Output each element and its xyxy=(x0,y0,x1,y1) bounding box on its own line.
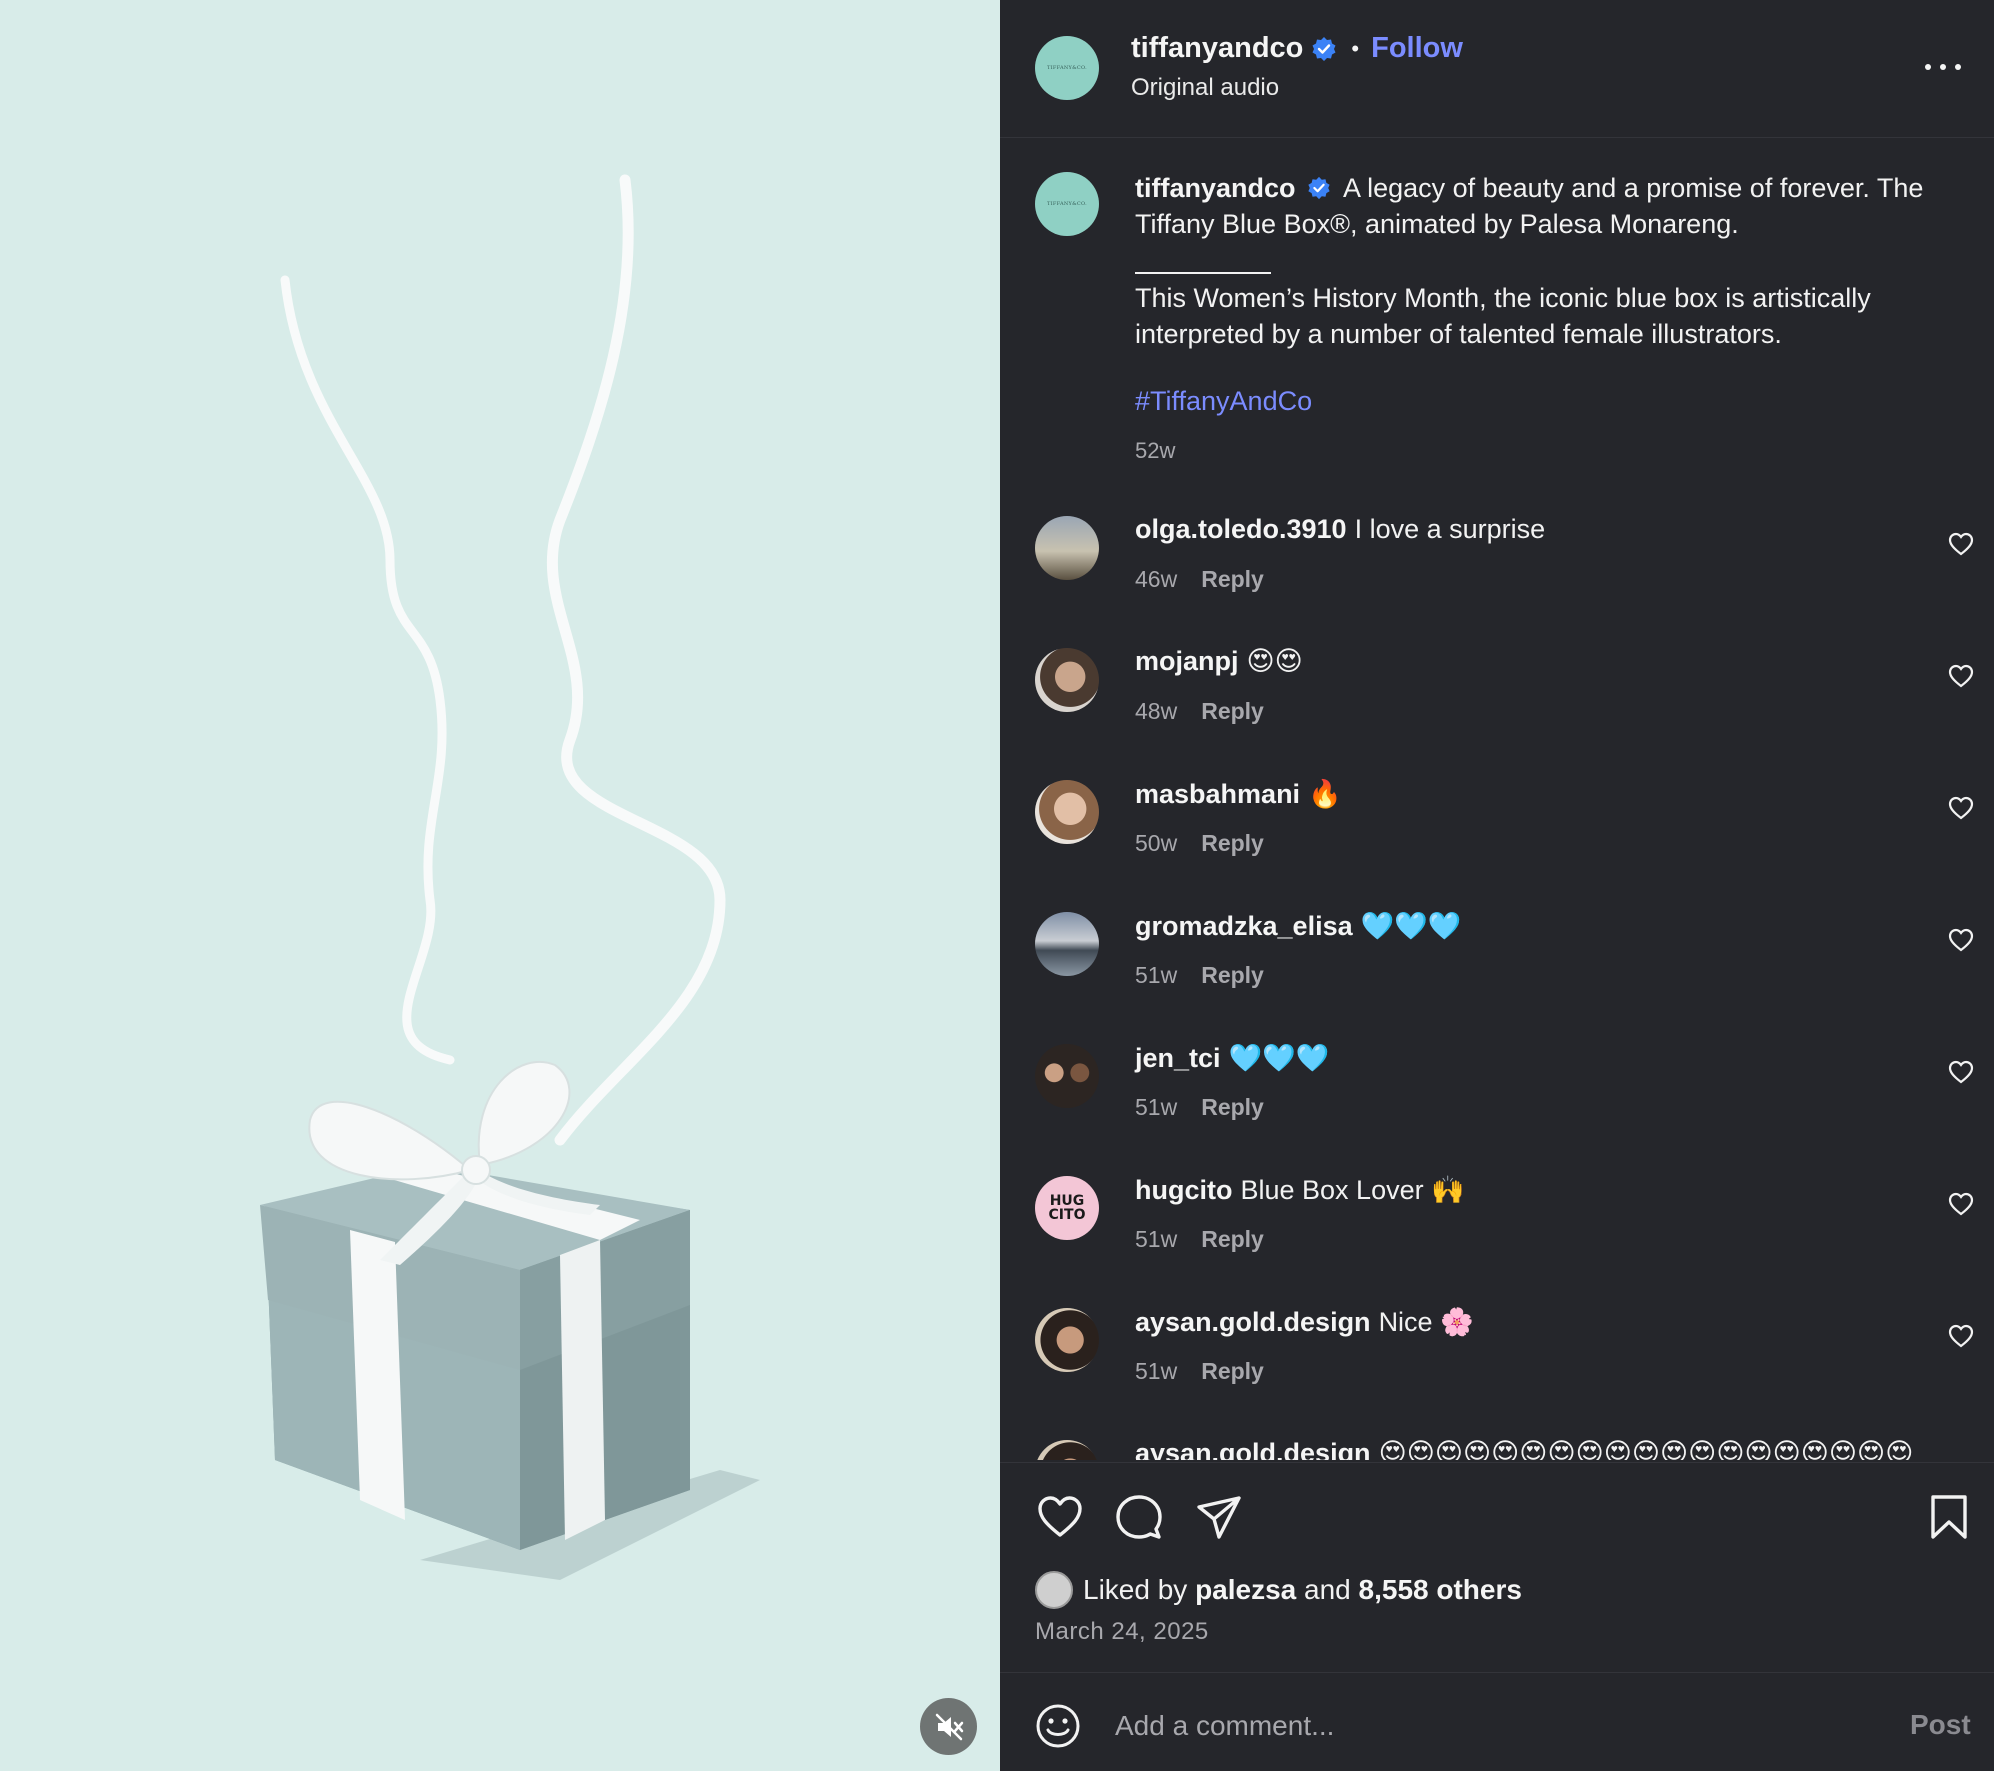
comment-username[interactable]: aysan.gold.design xyxy=(1135,1438,1371,1460)
heart-icon[interactable] xyxy=(1948,664,1974,688)
avatar[interactable]: TIFFANY&CO. xyxy=(1035,172,1099,236)
avatar[interactable]: HUG CITO xyxy=(1035,1176,1099,1240)
comment-input[interactable] xyxy=(1115,1703,1875,1749)
heart-icon[interactable] xyxy=(1948,1324,1974,1348)
comment-text: Nice 🌸 xyxy=(1378,1307,1474,1337)
verified-badge-icon xyxy=(1312,36,1336,61)
post-username[interactable]: tiffanyandco xyxy=(1131,32,1303,65)
avatar-label: TIFFANY&CO. xyxy=(1046,201,1088,207)
reply-button[interactable]: Reply xyxy=(1201,1358,1264,1384)
post-actions: Liked by palezsa and 8,558 others March … xyxy=(1000,1462,1994,1662)
comment-time: 46w xyxy=(1135,566,1178,592)
comment-time: 50w xyxy=(1135,830,1178,856)
comment-username[interactable]: gromadzka_elisa xyxy=(1135,911,1353,941)
reply-button[interactable]: Reply xyxy=(1201,1226,1264,1252)
heart-icon[interactable] xyxy=(1948,796,1974,820)
post-header: TIFFANY&CO. tiffanyandco • Follow Origin… xyxy=(1000,0,1994,138)
comment-text: 😍😍 xyxy=(1246,646,1303,677)
comment-username[interactable]: aysan.gold.design xyxy=(1135,1307,1371,1337)
list-item: mojanpj 😍😍 48w Reply xyxy=(1000,642,1994,774)
list-item: jen_tci 🩵🩵🩵 51w Reply xyxy=(1000,1038,1994,1170)
heart-icon[interactable] xyxy=(1948,928,1974,952)
comment-text: 🩵🩵🩵 xyxy=(1228,1043,1330,1074)
list-item: aysan.gold.design 😍😍😍😍😍😍😍😍😍😍😍😍😍😍😍😍😍😍😍 xyxy=(1000,1434,1994,1460)
reply-button[interactable]: Reply xyxy=(1201,1094,1264,1120)
list-item: olga.toledo.3910 I love a surprise 46w Rep… xyxy=(1000,510,1994,642)
comment-username[interactable]: olga.toledo.3910 xyxy=(1135,514,1347,544)
comment-time: 51w xyxy=(1135,962,1178,988)
liked-by-user[interactable]: palezsa xyxy=(1195,1574,1296,1606)
avatar[interactable] xyxy=(1035,648,1099,712)
comment-username[interactable]: hugcito xyxy=(1135,1175,1232,1205)
post-date: March 24, 2025 xyxy=(1035,1618,1209,1645)
separator-dot: • xyxy=(1351,35,1360,61)
comment-time: 48w xyxy=(1135,698,1178,724)
comment-text: I love a surprise xyxy=(1354,514,1546,544)
bookmark-icon[interactable] xyxy=(1925,1493,1973,1541)
caption-text: tiffanyandco A legacy of beauty and a pr… xyxy=(1135,170,1955,242)
post-media[interactable] xyxy=(0,0,1000,1771)
comment-text: 🔥 xyxy=(1308,779,1342,810)
avatar[interactable] xyxy=(1035,1044,1099,1108)
follow-button[interactable]: Follow xyxy=(1371,32,1463,65)
post-button[interactable]: Post xyxy=(1910,1709,1971,1741)
comments-list[interactable]: olga.toledo.3910 I love a surprise 46w Rep… xyxy=(1000,510,1994,1460)
avatar[interactable] xyxy=(1035,1308,1099,1372)
comment-time: 51w xyxy=(1135,1358,1178,1384)
avatar[interactable]: TIFFANY&CO. xyxy=(1035,36,1099,100)
caption-body-2: This Women’s History Month, the iconic b… xyxy=(1135,283,1871,349)
likes-prefix: Liked by xyxy=(1083,1574,1188,1605)
avatar-label: HUG CITO xyxy=(1048,1193,1086,1223)
caption-divider xyxy=(1135,272,1271,274)
list-item: masbahmani 🔥 50w Reply xyxy=(1000,774,1994,906)
hashtag-link[interactable]: #TiffanyAndCo xyxy=(1135,386,1312,417)
list-item: aysan.gold.design Nice 🌸 51w Reply xyxy=(1000,1302,1994,1434)
comment-text: 🩵🩵🩵 xyxy=(1360,911,1462,942)
list-item: gromadzka_elisa 🩵🩵🩵 51w Reply xyxy=(1000,906,1994,1038)
heart-icon[interactable] xyxy=(1948,1192,1974,1216)
reply-button[interactable]: Reply xyxy=(1201,698,1264,724)
avatar[interactable] xyxy=(1035,516,1099,580)
comment-username[interactable]: masbahmani xyxy=(1135,779,1300,809)
comment-time: 51w xyxy=(1135,1226,1178,1252)
audio-link[interactable]: Original audio xyxy=(1131,74,1279,102)
comment-icon[interactable] xyxy=(1115,1493,1163,1541)
list-item: HUG CITO hugcito Blue Box Lover 🙌 51w Repl… xyxy=(1000,1170,1994,1302)
emoji-icon[interactable] xyxy=(1035,1703,1081,1749)
avatar[interactable] xyxy=(1035,912,1099,976)
likes-count[interactable]: 8,558 others xyxy=(1359,1574,1522,1606)
avatar[interactable] xyxy=(1035,1440,1099,1460)
avatar-label: TIFFANY&CO. xyxy=(1046,65,1088,71)
gift-box-illustration xyxy=(260,174,760,1580)
comment-username[interactable]: mojanpj xyxy=(1135,646,1239,676)
reply-button[interactable]: Reply xyxy=(1201,830,1264,856)
heart-icon[interactable] xyxy=(1948,1060,1974,1084)
mute-icon xyxy=(935,1713,963,1740)
caption-timestamp: 52w xyxy=(1135,438,1176,463)
avatar[interactable] xyxy=(1035,780,1099,844)
caption-username[interactable]: tiffanyandco xyxy=(1135,173,1296,203)
comment-text: Blue Box Lover 🙌 xyxy=(1240,1175,1465,1205)
mute-button[interactable] xyxy=(920,1698,977,1755)
post-details-panel: TIFFANY&CO. tiffanyandco • Follow Origin… xyxy=(1000,0,1994,1771)
comment-composer: Post xyxy=(1000,1672,1994,1771)
verified-badge-icon xyxy=(1308,176,1330,200)
heart-icon[interactable] xyxy=(1948,532,1974,556)
reply-button[interactable]: Reply xyxy=(1201,566,1264,592)
heart-icon[interactable] xyxy=(1036,1493,1084,1541)
likes-conj: and xyxy=(1304,1574,1351,1605)
avatar[interactable] xyxy=(1035,1571,1073,1609)
comment-time: 51w xyxy=(1135,1094,1178,1120)
reply-button[interactable]: Reply xyxy=(1201,962,1264,988)
likes-summary[interactable]: Liked by palezsa and 8,558 others xyxy=(1035,1571,1522,1609)
comment-username[interactable]: jen_tci xyxy=(1135,1043,1221,1073)
share-icon[interactable] xyxy=(1195,1493,1243,1541)
more-options-icon[interactable] xyxy=(1925,55,1961,79)
comment-text: 😍😍😍😍😍😍😍😍😍😍😍😍😍😍😍😍😍😍😍 xyxy=(1378,1438,1914,1460)
